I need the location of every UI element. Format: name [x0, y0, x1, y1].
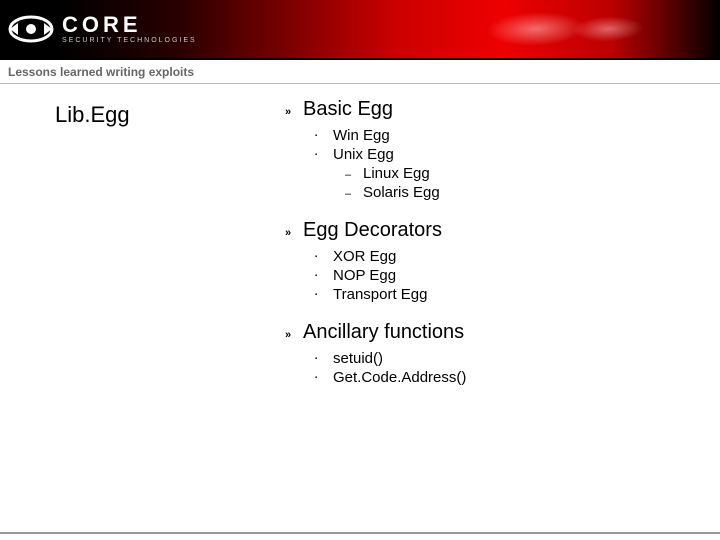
square-bullet-icon: ▪	[315, 356, 333, 362]
list-item: ▪ NOP Egg	[315, 267, 690, 284]
item-text: Solaris Egg	[363, 184, 440, 201]
list-item: ▪ Win Egg	[315, 127, 690, 144]
square-bullet-icon: ▪	[315, 152, 333, 158]
list-item: ▪ Unix Egg	[315, 146, 690, 163]
section-title: Basic Egg	[303, 98, 393, 121]
arrow-bullet-icon: »	[285, 227, 303, 239]
slide-subtitle: Lessons learned writing exploits	[8, 65, 194, 79]
brand-logo-icon	[8, 6, 54, 52]
list-item: ▪ setuid()	[315, 350, 690, 367]
section-ancillary-functions: » Ancillary functions ▪ setuid() ▪ Get.C…	[285, 321, 690, 386]
list-item: ▪ Transport Egg	[315, 286, 690, 303]
section-title: Ancillary functions	[303, 321, 464, 344]
item-text: Win Egg	[333, 127, 390, 144]
item-text: Linux Egg	[363, 165, 430, 182]
list-item: ▪ Get.Code.Address()	[315, 369, 690, 386]
square-bullet-icon: ▪	[315, 273, 333, 279]
section-egg-decorators: » Egg Decorators ▪ XOR Egg ▪ NOP Egg ▪ T…	[285, 219, 690, 303]
item-text: setuid()	[333, 350, 383, 367]
brand-tagline: SECURITY TECHNOLOGIES	[62, 37, 197, 44]
item-text: NOP Egg	[333, 267, 396, 284]
list-item: ▪ XOR Egg	[315, 248, 690, 265]
left-column: Lib.Egg	[0, 98, 285, 404]
item-text: Get.Code.Address()	[333, 369, 466, 386]
arrow-bullet-icon: »	[285, 329, 303, 341]
square-bullet-icon: ▪	[315, 375, 333, 381]
square-bullet-icon: ▪	[315, 133, 333, 139]
list-item: – Solaris Egg	[345, 184, 690, 201]
slide-content: Lib.Egg » Basic Egg ▪ Win Egg ▪ Unix Egg…	[0, 84, 720, 404]
square-bullet-icon: ▪	[315, 254, 333, 260]
arrow-bullet-icon: »	[285, 106, 303, 118]
slide-title: Lib.Egg	[55, 102, 285, 128]
dash-bullet-icon: –	[345, 188, 363, 200]
item-text: Unix Egg	[333, 146, 394, 163]
header-banner: CORE SECURITY TECHNOLOGIES	[0, 0, 720, 60]
footer-divider	[0, 532, 720, 534]
section-title: Egg Decorators	[303, 219, 442, 242]
right-column: » Basic Egg ▪ Win Egg ▪ Unix Egg – Linux…	[285, 98, 720, 404]
square-bullet-icon: ▪	[315, 292, 333, 298]
item-text: XOR Egg	[333, 248, 396, 265]
brand-name: CORE	[62, 14, 197, 36]
dash-bullet-icon: –	[345, 169, 363, 181]
brand-logo: CORE SECURITY TECHNOLOGIES	[8, 6, 197, 52]
item-text: Transport Egg	[333, 286, 428, 303]
section-basic-egg: » Basic Egg ▪ Win Egg ▪ Unix Egg – Linux…	[285, 98, 690, 201]
subtitle-bar: Lessons learned writing exploits	[0, 60, 720, 83]
list-item: – Linux Egg	[345, 165, 690, 182]
